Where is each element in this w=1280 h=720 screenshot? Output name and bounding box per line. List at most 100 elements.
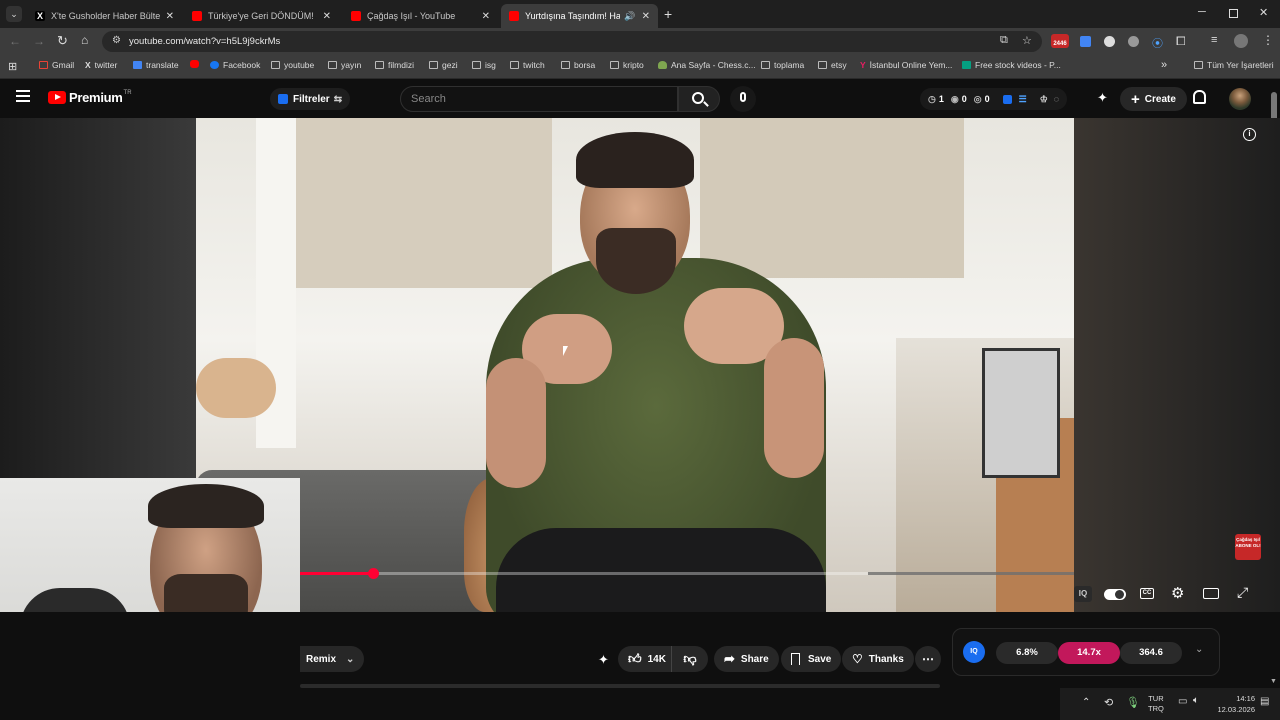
extension-icon[interactable]: ⦿ xyxy=(1152,35,1163,51)
forward-icon[interactable]: → xyxy=(33,34,45,48)
network-icon[interactable]: ▭ xyxy=(1178,696,1187,707)
url-field[interactable]: ⚙ youtube.com/watch?v=h5L9j9ckrMs ⧉ ☆ xyxy=(102,31,1042,52)
apps-grid-icon[interactable]: ⊞ xyxy=(8,60,17,73)
voice-search-button[interactable] xyxy=(730,86,756,112)
browser-menu-icon[interactable]: ⋮ xyxy=(1262,33,1274,47)
bookmark-folder-borsa[interactable]: borsa xyxy=(561,60,595,70)
bookmark-folder-yayin[interactable]: yayın xyxy=(328,60,361,70)
create-button[interactable]: + Create xyxy=(1120,87,1187,111)
bookmark-folder-youtube[interactable]: youtube xyxy=(271,60,314,70)
restore-icon[interactable] xyxy=(1229,9,1238,18)
iq-logo-icon[interactable]: IQ xyxy=(963,641,985,663)
video-frame[interactable] xyxy=(196,118,1074,612)
tray-expand-icon[interactable]: ⌃ xyxy=(1082,697,1090,708)
more-bookmarks-icon[interactable]: » xyxy=(1161,59,1167,71)
filter-button[interactable]: Filtreler ⇆ xyxy=(270,88,351,110)
system-tray: ⌃ ⟲ 🎙︎ TUR TRQ ▭ 🔈︎ 14:16 12.03.2026 ▤ xyxy=(1060,688,1280,720)
extension-icon[interactable] xyxy=(1080,36,1091,47)
clock[interactable]: 14:16 12.03.2026 xyxy=(1210,693,1255,715)
close-icon[interactable]: ✕ xyxy=(323,11,331,22)
extension-icon[interactable] xyxy=(1104,36,1115,47)
extension-icon[interactable] xyxy=(1128,36,1139,47)
all-bookmarks[interactable]: Tüm Yer İşaretleri xyxy=(1194,60,1274,70)
install-icon[interactable]: ⧉ xyxy=(1000,34,1008,47)
info-icon[interactable]: i xyxy=(1243,128,1256,141)
sync-icon[interactable]: ⟲ xyxy=(1104,696,1113,709)
progress-scrubber[interactable] xyxy=(368,568,379,579)
bookmark-folder-gezi[interactable]: gezi xyxy=(429,60,458,70)
chat-icon[interactable]: ◌ xyxy=(1054,94,1059,104)
subscribe-watermark[interactable]: Çağdaş Işıl ABONE OL! xyxy=(1235,534,1261,560)
tab-search-button[interactable]: ⌄ xyxy=(6,6,22,22)
chevron-down-icon[interactable]: ⌄ xyxy=(1195,644,1203,655)
extension-puzzle-icon[interactable]: ✦ xyxy=(1097,90,1108,106)
speaker-icon[interactable]: 🔊 xyxy=(624,11,635,22)
tab-4[interactable]: Yurtdışına Taşındım! Hayatı 🔊 ✕ xyxy=(501,4,658,28)
window-close-icon[interactable]: ✕ xyxy=(1259,6,1268,19)
bookmark-youtube-icon-only[interactable] xyxy=(190,60,203,68)
home-icon[interactable]: ⌂ xyxy=(81,33,88,47)
volume-icon[interactable]: 🔈︎ xyxy=(1193,695,1199,706)
site-info-icon[interactable]: ⚙ xyxy=(112,35,121,46)
youtube-logo[interactable]: Premium TR xyxy=(48,90,132,105)
autoplay-toggle[interactable] xyxy=(1104,589,1126,600)
bookmark-yemeksepeti[interactable]: Y İstanbul Online Yem... xyxy=(860,60,952,70)
thanks-button[interactable]: ♡ Thanks xyxy=(842,646,914,672)
like-button[interactable]: 👍︎ 14K xyxy=(618,646,672,672)
save-button[interactable]: Save xyxy=(781,646,842,672)
search-input[interactable]: Search xyxy=(400,86,678,112)
horizontal-scrollbar[interactable] xyxy=(300,684,940,688)
tab-3[interactable]: Çağdaş Işıl - YouTube ✕ xyxy=(343,4,498,28)
search-button[interactable] xyxy=(678,86,720,112)
bookmark-chess[interactable]: Ana Sayfa - Chess.c... xyxy=(658,60,756,70)
dislike-button[interactable]: 👎︎ xyxy=(672,646,708,672)
minimize-icon[interactable]: ─ xyxy=(1198,6,1206,18)
page-scroll-down-icon[interactable]: ▼ xyxy=(1270,678,1277,685)
bookmark-label: isg xyxy=(485,60,496,70)
notifications-bell-icon[interactable] xyxy=(1193,90,1206,104)
more-actions-button[interactable]: ⋯ xyxy=(915,646,941,672)
bookmark-folder-twitch[interactable]: twitch xyxy=(510,60,545,70)
extension-icon[interactable]: ✦ xyxy=(598,652,609,668)
theater-mode-icon[interactable] xyxy=(1203,588,1219,599)
reload-icon[interactable]: ↻ xyxy=(57,33,68,49)
bookmark-folder-toplama[interactable]: toplama xyxy=(761,60,804,70)
extension-badge-icon[interactable]: 2446 xyxy=(1051,34,1069,48)
notification-center-icon[interactable]: ▤ xyxy=(1260,696,1269,707)
bookmark-folder-etsy[interactable]: etsy xyxy=(818,60,847,70)
close-icon[interactable]: ✕ xyxy=(642,11,650,22)
bookmark-gmail[interactable]: Gmail xyxy=(39,60,74,70)
hamburger-menu-icon[interactable] xyxy=(16,90,30,102)
bookmark-folder-isg[interactable]: isg xyxy=(472,60,496,70)
microphone-tray-icon[interactable]: 🎙︎ xyxy=(1126,696,1140,709)
tab-2[interactable]: Türkiye'ye Geri DÖNDÜM! @36 ✕ xyxy=(184,4,339,28)
bookmark-twitter[interactable]: Xtwitter xyxy=(85,60,117,70)
iq-icon[interactable] xyxy=(1002,94,1012,104)
bookmark-pexels[interactable]: Free stock videos - P... xyxy=(962,60,1061,70)
bookmark-translate[interactable]: translate xyxy=(133,60,179,70)
folder-icon xyxy=(761,61,770,69)
close-icon[interactable]: ✕ xyxy=(166,11,174,22)
account-avatar[interactable] xyxy=(1229,88,1251,110)
trophy-icon[interactable]: ♔ xyxy=(1040,94,1048,105)
input-language[interactable]: TUR TRQ xyxy=(1148,694,1164,714)
bookmark-folder-filmdizi[interactable]: filmdizi xyxy=(375,60,414,70)
star-icon[interactable]: ☆ xyxy=(1022,34,1032,47)
settings-gear-icon[interactable]: ⚙ xyxy=(1171,584,1189,602)
extensions-puzzle-icon[interactable]: ⧠ xyxy=(1176,34,1186,49)
fullscreen-icon[interactable]: ⤢ xyxy=(1237,584,1255,600)
profile-avatar[interactable] xyxy=(1234,34,1248,48)
share-button[interactable]: ➦ Share xyxy=(714,646,779,672)
mouse-cursor-icon xyxy=(563,346,568,356)
media-control-icon[interactable]: ≡ xyxy=(1211,34,1217,46)
close-icon[interactable]: ✕ xyxy=(482,11,490,22)
captions-icon[interactable]: CC xyxy=(1140,588,1154,599)
tab-1[interactable]: X X'te Gusholder Haber Bülteni: " ✕ xyxy=(27,4,182,28)
bookmark-folder-kripto[interactable]: kripto xyxy=(610,60,644,70)
remix-button[interactable]: Remix ⌄ xyxy=(300,646,365,672)
iq-player-icon[interactable]: IQ xyxy=(1074,586,1092,602)
list-icon[interactable]: ☰ xyxy=(1019,94,1027,105)
new-tab-button[interactable]: + xyxy=(664,6,672,22)
bookmark-facebook[interactable]: Facebook xyxy=(210,60,260,70)
back-icon[interactable]: ← xyxy=(9,34,21,48)
